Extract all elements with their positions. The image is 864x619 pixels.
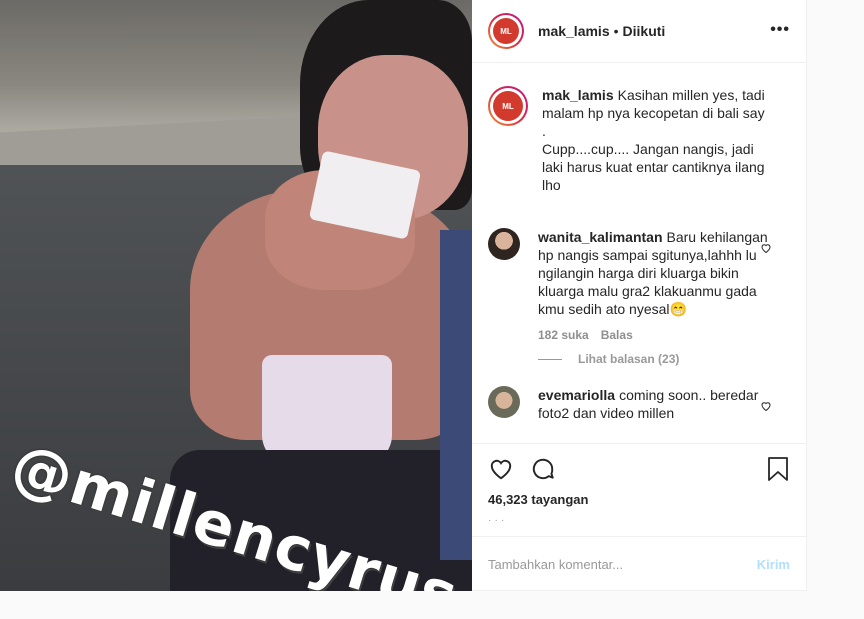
comment-likes-count[interactable]: 182 suka: [538, 328, 589, 342]
follow-status-button[interactable]: Diikuti: [623, 23, 666, 39]
comment-icon[interactable]: [530, 456, 556, 482]
comment-username[interactable]: evemariolla: [538, 387, 615, 403]
caption-username[interactable]: mak_lamis: [542, 87, 614, 103]
comment-input[interactable]: [488, 556, 757, 572]
view-replies-label[interactable]: Lihat balasan (23): [578, 352, 679, 366]
bookmark-icon[interactable]: [766, 456, 790, 482]
comment-item: wanita_kalimantan Baru kehilangan hp nang…: [488, 228, 790, 318]
add-comment-bar: Kirim: [472, 536, 806, 591]
comment-avatar[interactable]: [488, 228, 520, 260]
post-side-panel: ML mak_lamis • Diikuti ••• ML mak_lamis K…: [472, 0, 807, 591]
separator-dot: •: [613, 23, 619, 39]
send-comment-button[interactable]: Kirim: [757, 557, 790, 572]
replies-divider-line: [538, 358, 562, 360]
caption-author-avatar[interactable]: ML: [488, 86, 528, 126]
post-actions: 46,323 tayangan · · ·: [472, 443, 806, 535]
comment-reply-button[interactable]: Balas: [601, 328, 633, 342]
comment-item: evemariolla coming soon.. beredar foto2 d…: [488, 386, 790, 422]
comment-meta: 182 suka Balas: [488, 328, 790, 342]
comment-username[interactable]: wanita_kalimantan: [538, 229, 663, 245]
caption: ML mak_lamis Kasihan millen yes, tadi mal…: [488, 86, 790, 194]
view-replies-toggle[interactable]: Lihat balasan (23): [488, 352, 790, 366]
post-header: ML mak_lamis • Diikuti •••: [472, 0, 806, 63]
view-count[interactable]: 46,323 tayangan: [488, 492, 790, 507]
heart-icon[interactable]: [488, 456, 514, 482]
post-timestamp: · · ·: [488, 515, 505, 526]
comments-list[interactable]: ML mak_lamis Kasihan millen yes, tadi mal…: [472, 64, 806, 442]
author-username[interactable]: mak_lamis: [538, 23, 610, 39]
comment-like-heart-icon[interactable]: [760, 242, 772, 254]
post-media[interactable]: @millencyrus: [0, 0, 472, 591]
more-options-icon[interactable]: •••: [770, 22, 790, 38]
author-avatar[interactable]: ML: [488, 13, 524, 49]
comment-like-heart-icon[interactable]: [760, 400, 772, 412]
comment-avatar[interactable]: [488, 386, 520, 418]
